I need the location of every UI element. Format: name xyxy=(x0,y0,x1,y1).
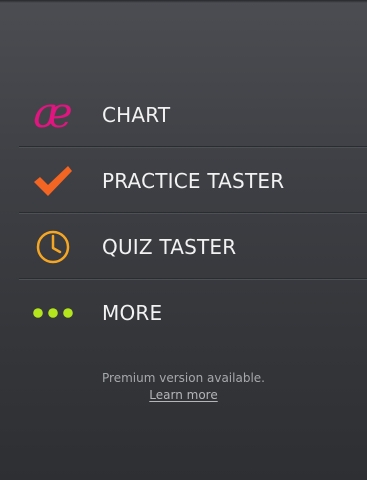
more-dots-icon xyxy=(19,280,87,346)
main-menu: æ CHART PRACTICE TASTER QUIZ TASTER MORE xyxy=(19,82,367,346)
learn-more-link[interactable]: Learn more xyxy=(149,387,217,403)
menu-item-chart[interactable]: æ CHART xyxy=(19,82,367,148)
ae-ligature-icon: æ xyxy=(19,82,87,148)
menu-item-label: PRACTICE TASTER xyxy=(102,169,285,193)
menu-item-label: QUIZ TASTER xyxy=(102,235,237,259)
premium-footer: Premium version available. Learn more xyxy=(0,370,367,403)
menu-item-label: MORE xyxy=(102,301,163,325)
menu-screen: æ CHART PRACTICE TASTER QUIZ TASTER MORE… xyxy=(0,0,367,480)
checkmark-icon xyxy=(19,148,87,214)
clock-icon xyxy=(19,214,87,280)
top-edge-shadow xyxy=(0,0,367,3)
menu-item-practice-taster[interactable]: PRACTICE TASTER xyxy=(19,148,367,214)
menu-item-label: CHART xyxy=(102,103,171,127)
dots-svg xyxy=(33,308,73,318)
checkmark-svg xyxy=(34,166,72,196)
menu-item-quiz-taster[interactable]: QUIZ TASTER xyxy=(19,214,367,280)
premium-text: Premium version available. xyxy=(102,371,265,385)
ae-glyph: æ xyxy=(33,88,73,137)
menu-item-more[interactable]: MORE xyxy=(19,280,367,346)
clock-svg xyxy=(36,230,70,264)
